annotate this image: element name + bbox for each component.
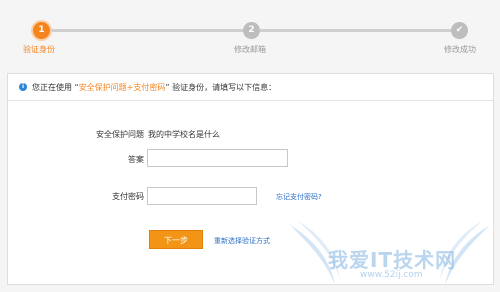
notice-suffix: ” 验证身份，请填写以下信息：	[165, 83, 277, 92]
progress-line-2	[260, 29, 456, 32]
notice-method: 安全保护问题+支付密码	[78, 83, 166, 92]
step-1-indicator: 1	[33, 22, 50, 39]
reselect-method-link[interactable]: 重新选择验证方式	[214, 236, 270, 246]
info-icon: i	[19, 83, 27, 91]
notice-bar: i 您正在使用 “安全保护问题+支付密码” 验证身份，请填写以下信息：	[8, 74, 493, 101]
watermark-url: www.52ij.com	[360, 270, 423, 280]
answer-input[interactable]	[147, 149, 288, 167]
next-button[interactable]: 下一步	[149, 230, 203, 249]
step-2-label: 修改邮箱	[234, 45, 266, 54]
payment-password-input[interactable]	[147, 187, 257, 205]
forgot-password-link[interactable]: 忘记支付密码?	[276, 192, 322, 202]
notice-prefix: 您正在使用 “	[32, 83, 79, 92]
progress-steps: 1 2 ✔ 验证身份 修改邮箱 修改成功	[0, 0, 500, 66]
security-question-value: 我的中学校名是什么	[148, 130, 220, 139]
notice-text: 您正在使用 “安全保护问题+支付密码” 验证身份，请填写以下信息：	[32, 82, 276, 93]
step-3-check-icon: ✔	[451, 22, 468, 39]
watermark-text: 我爱IT技术网	[328, 248, 457, 272]
step-2-indicator: 2	[243, 22, 260, 39]
answer-label: 答案	[128, 155, 144, 164]
security-question-label: 安全保护问题	[96, 130, 144, 139]
progress-line-1	[50, 29, 246, 32]
step-1-label: 验证身份	[23, 45, 55, 54]
payment-password-label: 支付密码	[112, 192, 144, 201]
step-3-label: 修改成功	[444, 45, 476, 54]
